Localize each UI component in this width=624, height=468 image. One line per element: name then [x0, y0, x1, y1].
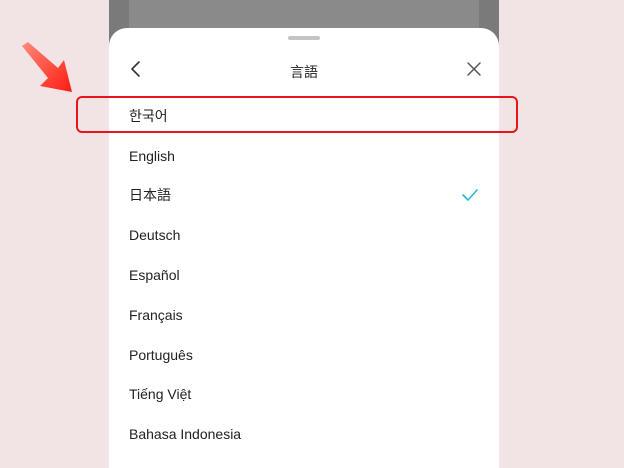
language-option-spanish[interactable]: Español: [109, 255, 499, 295]
language-label: 한국어: [129, 107, 168, 124]
checkmark-icon: [461, 188, 479, 202]
sheet-title: 言語: [290, 64, 318, 80]
language-label: Bahasa Indonesia: [129, 426, 242, 443]
language-option-japanese[interactable]: 日本語: [109, 176, 499, 216]
language-option-english[interactable]: English: [109, 136, 499, 176]
language-label: Español: [129, 267, 180, 284]
language-label: Deutsch: [129, 227, 181, 244]
language-bottom-sheet: 言語 한국어 English 日本語 Deutsch Español Franç…: [109, 28, 499, 468]
sheet-grabber[interactable]: [288, 36, 320, 40]
language-option-vietnamese[interactable]: Tiếng Việt: [109, 375, 499, 415]
sheet-header: 言語: [109, 54, 499, 88]
close-icon: [466, 61, 482, 82]
close-button[interactable]: [461, 58, 487, 84]
language-option-german[interactable]: Deutsch: [109, 215, 499, 255]
language-option-french[interactable]: Français: [109, 295, 499, 335]
language-label: 日本語: [129, 187, 171, 204]
language-list: 한국어 English 日本語 Deutsch Español Français…: [109, 96, 499, 454]
language-label: Français: [129, 306, 183, 323]
language-label: Português: [129, 346, 193, 363]
language-option-korean[interactable]: 한국어: [109, 96, 499, 136]
language-label: Tiếng Việt: [129, 386, 192, 403]
language-option-indonesian[interactable]: Bahasa Indonesia: [109, 414, 499, 454]
language-option-portuguese[interactable]: Português: [109, 335, 499, 375]
pointer-arrow-icon: [20, 42, 76, 94]
language-label: English: [129, 147, 175, 164]
